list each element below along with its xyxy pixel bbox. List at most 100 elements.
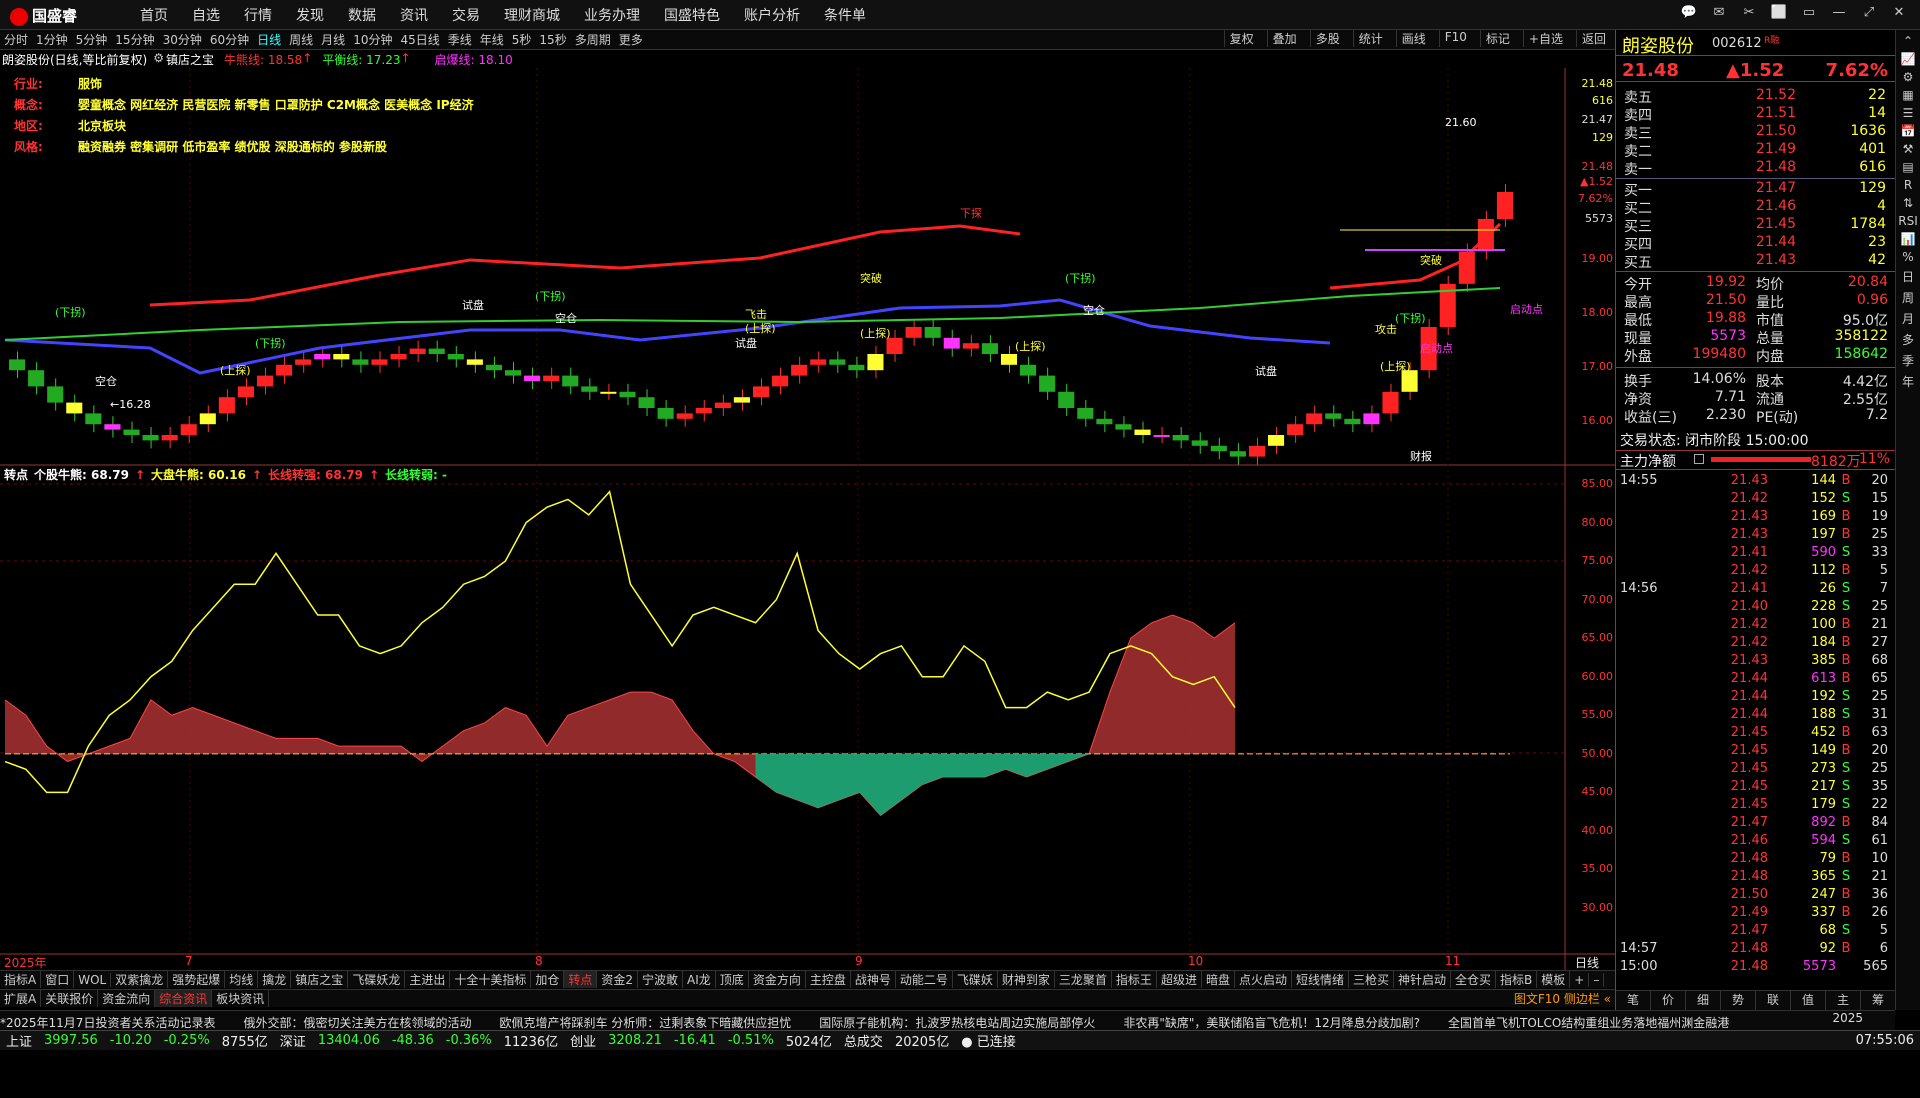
nav-item[interactable]: 资讯 [400, 5, 428, 25]
nav-item[interactable]: 理财商城 [504, 5, 560, 25]
period-tab[interactable]: 5秒 [512, 31, 532, 48]
news-headline[interactable]: 俄外交部：俄密切关注美方在核领域的活动 [243, 1016, 471, 1030]
indicator-tab[interactable]: AI龙 [683, 971, 716, 988]
indicator-tab[interactable]: 顶底 [716, 971, 749, 988]
quote-panel-tab[interactable]: 主 [1826, 991, 1861, 1010]
app-logo[interactable]: 国盛睿 [10, 5, 77, 26]
sidebar-tool-icon[interactable]: ⌃ [1896, 34, 1920, 48]
period-tab[interactable]: 10分钟 [353, 31, 392, 48]
indicator-tab[interactable]: 加仓 [531, 971, 565, 988]
chart-tool-button[interactable]: 统计 [1352, 30, 1388, 47]
indicator-tab[interactable]: 宁波敢 [638, 971, 684, 988]
gear-icon[interactable]: ⚙ [153, 51, 164, 68]
nav-item[interactable]: 国盛特色 [664, 5, 720, 25]
price-chart[interactable] [0, 68, 1615, 1098]
chart-tool-button[interactable]: 画线 [1395, 30, 1431, 47]
news-headline[interactable]: *2025年11月7日投资者关系活动记录表 [0, 1016, 215, 1030]
indicator-tab[interactable]: 暗盘 [1202, 971, 1235, 988]
sidebar-tool-icon[interactable]: ⇅ [1896, 196, 1920, 210]
info-tab[interactable]: 关联报价 [41, 990, 99, 1007]
nav-item[interactable]: 首页 [140, 5, 168, 25]
quote-panel-tab[interactable]: 笔 [1616, 991, 1651, 1010]
nav-item[interactable]: 账户分析 [744, 5, 800, 25]
sidebar-tool-icon[interactable]: ⚙ [1896, 70, 1920, 84]
indicator-tab[interactable]: 均线 [225, 971, 259, 988]
chart-tool-button[interactable]: 叠加 [1266, 30, 1302, 47]
period-tab[interactable]: 月线 [321, 31, 345, 48]
news-headline[interactable]: 非农再"缺席"，美联储陷盲飞危机！12月降息分歧加剧? [1123, 1016, 1420, 1030]
order-book-row[interactable]: 卖三 21.50 1636 [1616, 123, 1896, 142]
sidebar-tool-icon[interactable]: 年 [1896, 373, 1920, 390]
period-tab[interactable]: 季线 [448, 31, 472, 48]
indicator-tab[interactable]: 镇店之宝 [291, 971, 349, 988]
chart-tool-button[interactable]: 返回 [1575, 30, 1611, 47]
window-button-icon[interactable]: ✕ [1888, 5, 1910, 25]
quote-panel-tab[interactable]: 细 [1686, 991, 1721, 1010]
period-tab[interactable]: 周线 [289, 31, 313, 48]
window-button-icon[interactable]: ⤢ [1858, 5, 1880, 25]
chart-tool-button[interactable]: F10 [1438, 30, 1472, 47]
news-headline[interactable]: 欧佩克增产将踩刹车 分析师：过剩表象下暗藏供应担忧 [499, 1016, 791, 1030]
indicator-tab[interactable]: 强势起爆 [168, 971, 226, 988]
order-book-row[interactable]: 卖五 21.52 22 [1616, 87, 1896, 106]
period-tab[interactable]: 多周期 [575, 31, 611, 48]
indicator-tab[interactable]: 短线情绪 [1292, 971, 1349, 988]
chart-tool-button[interactable]: 标记 [1479, 30, 1515, 47]
window-button-icon[interactable]: 💬 [1678, 5, 1700, 25]
indicator-tab[interactable]: 超级进 [1157, 971, 1202, 988]
sidebar-tool-icon[interactable]: 多 [1896, 331, 1920, 348]
chart-tool-button[interactable]: 复权 [1223, 30, 1259, 47]
period-tab[interactable]: 年线 [480, 31, 504, 48]
window-button-icon[interactable]: ▭ [1798, 5, 1820, 25]
period-tab[interactable]: 5分钟 [76, 31, 108, 48]
sidebar-tool-icon[interactable]: 月 [1896, 310, 1920, 327]
window-button-icon[interactable]: ⬜ [1768, 5, 1790, 25]
sidebar-tool-icon[interactable]: 📊 [1896, 232, 1920, 246]
nav-item[interactable]: 条件单 [824, 5, 866, 25]
order-book-row[interactable]: 买五 21.43 42 [1616, 252, 1896, 271]
window-button-icon[interactable]: ✉ [1708, 5, 1730, 25]
indicator-tab[interactable]: 资金2 [597, 971, 639, 988]
indicator-tab[interactable]: 指标B [1496, 971, 1538, 988]
sidebar-tool-icon[interactable]: 周 [1896, 289, 1920, 306]
order-book-row[interactable]: 买二 21.46 4 [1616, 198, 1896, 217]
period-tab[interactable]: 1分钟 [36, 31, 68, 48]
quote-panel-tab[interactable]: 价 [1651, 991, 1686, 1010]
period-tab[interactable]: 45日线 [400, 31, 439, 48]
period-tab[interactable]: 30分钟 [163, 31, 202, 48]
order-book-row[interactable]: 买四 21.44 23 [1616, 234, 1896, 253]
sidebar-tool-icon[interactable]: 📅 [1896, 124, 1920, 138]
period-tab[interactable]: 日线 [257, 31, 281, 48]
quote-panel-tab[interactable]: 势 [1721, 991, 1756, 1010]
window-button-icon[interactable]: — [1828, 5, 1850, 25]
indicator-tab[interactable]: 转点 [564, 971, 598, 988]
indicator-tab[interactable]: 飞碟妖龙 [348, 971, 406, 988]
sidebar-tool-icon[interactable]: 日 [1896, 268, 1920, 285]
order-book-row[interactable]: 卖四 21.51 14 [1616, 105, 1896, 124]
indicator-tab[interactable]: 模板 [1537, 971, 1571, 988]
nav-item[interactable]: 交易 [452, 5, 480, 25]
indicator-tab[interactable]: 飞碟妖 [953, 971, 998, 988]
indicator-tab[interactable]: – [1589, 972, 1605, 987]
indicator-tab[interactable]: 全仓买 [1451, 971, 1497, 988]
sidebar-tool-icon[interactable]: R [1896, 178, 1920, 192]
indicator-tab[interactable]: 动能二号 [896, 971, 953, 988]
indicator-tab[interactable]: 财神到家 [998, 971, 1055, 988]
sidebar-tool-icon[interactable]: ▦ [1896, 88, 1920, 102]
checkbox-icon[interactable] [1694, 454, 1704, 464]
order-book-row[interactable]: 卖二 21.49 401 [1616, 141, 1896, 160]
indicator-tab[interactable]: WOL [74, 972, 112, 987]
indicator-tab[interactable]: 指标王 [1112, 971, 1157, 988]
nav-item[interactable]: 行情 [244, 5, 272, 25]
indicator-tab[interactable]: 主进出 [405, 971, 451, 988]
order-book-row[interactable]: 买三 21.45 1784 [1616, 216, 1896, 235]
indicator-tab[interactable]: 十全十美指标 [450, 971, 532, 988]
period-tab[interactable]: 15分钟 [115, 31, 154, 48]
news-headline[interactable]: 全国首单飞机TOLCO结构重组业务落地福州渊金融港 [1448, 1016, 1729, 1030]
indicator-tab[interactable]: 神针启动 [1394, 971, 1452, 988]
nav-item[interactable]: 发现 [296, 5, 324, 25]
nav-item[interactable]: 数据 [348, 5, 376, 25]
nav-item[interactable]: 自选 [192, 5, 220, 25]
sidebar-tool-icon[interactable]: 季 [1896, 352, 1920, 369]
chart-tool-button[interactable]: 多股 [1309, 30, 1345, 47]
